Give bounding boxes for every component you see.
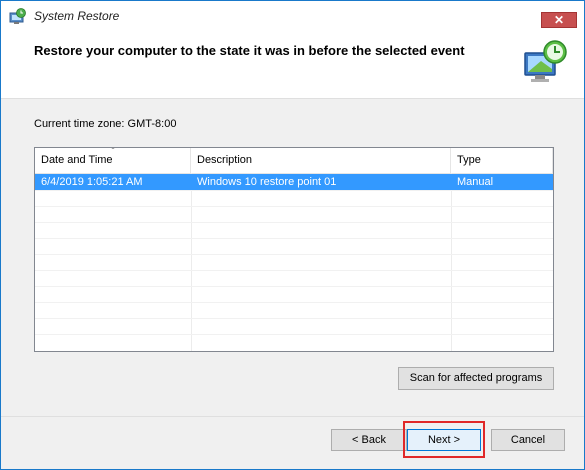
- row-gridline: [35, 286, 553, 287]
- cell-description: Windows 10 restore point 01: [197, 176, 337, 188]
- window-title: System Restore: [34, 9, 120, 23]
- close-icon: ✕: [553, 13, 565, 27]
- system-restore-icon: [9, 8, 26, 24]
- column-divider: [191, 173, 192, 351]
- column-label-date: Date and Time: [41, 154, 113, 166]
- row-gridline: [35, 206, 553, 207]
- cell-date: 6/4/2019 1:05:21 AM: [41, 176, 143, 188]
- row-gridline: [35, 302, 553, 303]
- table-row[interactable]: 6/4/2019 1:05:21 AM Windows 10 restore p…: [35, 174, 553, 190]
- cell-type: Manual: [457, 176, 494, 188]
- row-gridline: [35, 270, 553, 271]
- column-header-date[interactable]: ﹀ Date and Time: [35, 148, 191, 173]
- column-header-description[interactable]: Description: [191, 148, 451, 173]
- page-heading: Restore your computer to the state it wa…: [34, 43, 465, 58]
- row-gridline: [35, 238, 553, 239]
- sort-arrow-icon: ﹀: [109, 147, 117, 155]
- title-bar[interactable]: System Restore ✕: [1, 1, 584, 32]
- next-button[interactable]: Next >: [407, 429, 481, 451]
- row-gridline: [35, 334, 553, 335]
- scan-affected-programs-button[interactable]: Scan for affected programs: [398, 367, 554, 390]
- column-label-description: Description: [197, 154, 253, 166]
- header-divider: [1, 98, 584, 99]
- row-gridline: [35, 254, 553, 255]
- system-restore-window: System Restore ✕ Restore your computer t…: [0, 0, 585, 470]
- column-divider: [451, 173, 452, 351]
- footer-divider: [1, 416, 584, 417]
- column-header-type[interactable]: Type: [451, 148, 553, 173]
- row-gridline: [35, 190, 553, 191]
- restore-point-list[interactable]: ﹀ Date and Time Description Type 6/4/201…: [34, 147, 554, 352]
- timezone-label: Current time zone: GMT-8:00: [34, 118, 177, 130]
- wizard-header: Restore your computer to the state it wa…: [1, 32, 584, 98]
- row-gridline: [35, 318, 553, 319]
- restore-clock-monitor-icon: [524, 40, 567, 82]
- list-header: ﹀ Date and Time Description Type: [35, 148, 553, 174]
- cancel-button[interactable]: Cancel: [491, 429, 565, 451]
- close-button[interactable]: ✕: [541, 12, 577, 28]
- column-label-type: Type: [457, 154, 481, 166]
- row-gridline: [35, 222, 553, 223]
- back-button[interactable]: < Back: [331, 429, 407, 451]
